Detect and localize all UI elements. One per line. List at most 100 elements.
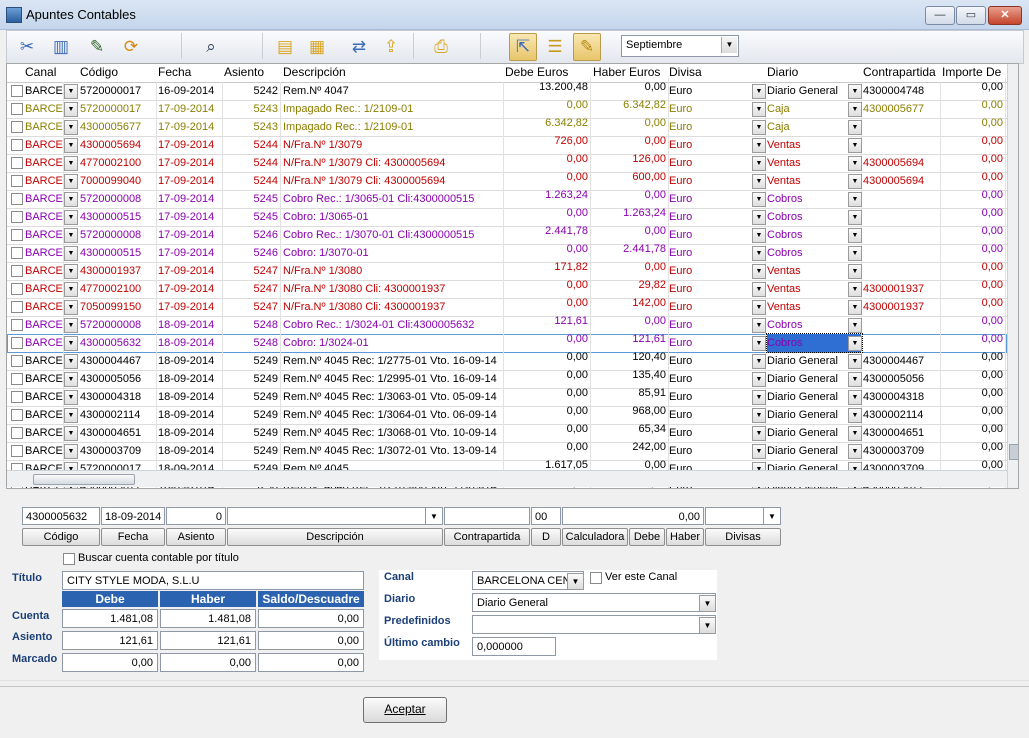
canal-dropdown-icon[interactable]: ▼ [64,84,78,99]
cell-debe[interactable]: 0,00 [505,96,591,114]
row-checkbox[interactable] [11,103,23,115]
canal-dropdown-icon[interactable]: ▼ [64,174,78,189]
cell-fecha[interactable]: 17-09-2014 [158,244,223,262]
cell-contrapartida[interactable]: 4300005677 [863,100,941,118]
cell-codigo[interactable]: 4300002114 [80,406,157,424]
cell-canal[interactable]: BARCE [25,136,64,154]
cell-importe[interactable]: 0,00 [942,240,1006,258]
divisa-dropdown-icon[interactable]: ▼ [752,192,766,207]
cell-haber[interactable]: 0,00 [593,186,669,204]
divisa-dropdown-icon[interactable]: ▼ [752,282,766,297]
cell-haber[interactable]: 121,61 [593,330,669,348]
col-importe[interactable]: Importe De [942,65,1001,79]
cell-contrapartida[interactable]: 4300005694 [863,154,941,172]
document-icon[interactable]: ▦ [303,33,331,61]
row-checkbox[interactable] [11,157,23,169]
canal-dropdown-icon[interactable]: ▼ [64,156,78,171]
cell-codigo[interactable]: 4300005694 [80,136,157,154]
row-checkbox[interactable] [11,229,23,241]
col-divisa[interactable]: Divisa [669,65,702,79]
row-checkbox[interactable] [11,445,23,457]
row-checkbox[interactable] [11,211,23,223]
calculadora-button[interactable]: Calculadora [562,528,628,546]
horizontal-scrollbar[interactable] [7,470,1007,487]
canal-dropdown-icon[interactable]: ▼ [64,246,78,261]
cell-codigo[interactable]: 4300004651 [80,424,157,442]
cell-importe[interactable]: 0,00 [942,186,1006,204]
col-diario[interactable]: Diario [767,65,798,79]
maximize-button[interactable]: ▭ [956,6,986,25]
divisa-dropdown-icon[interactable]: ▼ [752,408,766,423]
cell-codigo[interactable]: 7000099040 [80,172,157,190]
cell-fecha[interactable]: 17-09-2014 [158,154,223,172]
cell-asiento[interactable]: 5243 [224,118,281,136]
divisa-dropdown-icon[interactable]: ▼ [752,318,766,333]
month-select[interactable]: Septiembre ▼ [621,35,739,57]
list-view-icon[interactable]: ⇱ [509,33,537,61]
contrapartida-button[interactable]: Contrapartida [444,528,530,546]
cell-importe[interactable]: 0,00 [942,438,1006,456]
cell-fecha[interactable]: 17-09-2014 [158,208,223,226]
row-checkbox[interactable] [11,283,23,295]
cell-fecha[interactable]: 17-09-2014 [158,190,223,208]
cell-fecha[interactable]: 17-09-2014 [158,226,223,244]
folder-active-icon[interactable]: ✎ [573,33,601,61]
cell-importe[interactable]: 0,00 [942,312,1006,330]
cell-descripcion[interactable]: N/Fra.Nº 1/3080 [283,262,504,280]
cell-importe[interactable]: 0,00 [942,330,1006,348]
cell-debe[interactable]: 0,00 [505,330,591,348]
cell-haber[interactable]: 142,00 [593,294,669,312]
divisas-button[interactable]: Divisas [705,528,781,546]
cell-descripcion[interactable]: Cobro: 1/3024-01 [283,334,504,352]
cell-canal[interactable]: BARCE [25,244,64,262]
cell-haber[interactable]: 0,00 [593,132,669,150]
cell-descripcion[interactable]: N/Fra.Nº 1/3080 Cli: 4300001937 [283,298,504,316]
cell-canal[interactable]: BARCE [25,442,64,460]
cell-contrapartida[interactable] [863,262,941,280]
codigo-button[interactable]: Código [22,528,100,546]
descripcion-button[interactable]: Descripción [227,528,443,546]
book-icon[interactable]: ▥ [47,33,75,61]
canal-dropdown-icon[interactable]: ▼ [64,210,78,225]
cell-importe[interactable]: 0,00 [942,96,1006,114]
cell-fecha[interactable]: 18-09-2014 [158,352,223,370]
cell-contrapartida[interactable] [863,136,941,154]
cell-contrapartida[interactable] [863,244,941,262]
cell-descripcion[interactable]: Impagado Rec.: 1/2109-01 [283,100,504,118]
cell-asiento[interactable]: 5245 [224,190,281,208]
cell-haber[interactable]: 0,00 [593,312,669,330]
cell-canal[interactable]: BARCE [25,262,64,280]
fecha-button[interactable]: Fecha [101,528,165,546]
cell-contrapartida[interactable] [863,226,941,244]
row-checkbox[interactable] [11,391,23,403]
divisa-dropdown-icon[interactable]: ▼ [752,228,766,243]
cell-descripcion[interactable]: Rem.Nº 4045 Rec: 1/3064-01 Vto. 06-09-14 [283,406,504,424]
col-debe[interactable]: Debe Euros [505,65,568,79]
cell-codigo[interactable]: 5720000017 [80,100,157,118]
cell-contrapartida[interactable] [863,190,941,208]
col-asiento[interactable]: Asiento [224,65,264,79]
transfer-icon[interactable]: ⇄ [345,33,373,61]
cell-haber[interactable]: 29,82 [593,276,669,294]
diario-dropdown-icon[interactable]: ▼ [848,408,862,423]
divisa-dropdown-icon[interactable]: ▼ [752,390,766,405]
row-checkbox[interactable] [11,139,23,151]
divisa-dropdown-icon[interactable]: ▼ [752,336,766,351]
cell-fecha[interactable]: 18-09-2014 [158,424,223,442]
cell-codigo[interactable]: 4300000515 [80,208,157,226]
edit-fecha-field[interactable]: 18-09-2014 [101,507,165,525]
canal-dropdown-icon[interactable]: ▼ [64,444,78,459]
cell-descripcion[interactable]: N/Fra.Nº 1/3080 Cli: 4300001937 [283,280,504,298]
cell-canal[interactable]: BARCE [25,280,64,298]
cell-debe[interactable]: 0,00 [505,276,591,294]
cell-importe[interactable]: 0,00 [942,348,1006,366]
cell-haber[interactable]: 242,00 [593,438,669,456]
row-checkbox[interactable] [11,319,23,331]
cell-contrapartida[interactable]: 4300001937 [863,298,941,316]
cell-descripcion[interactable]: Rem.Nº 4045 Rec: 1/3068-01 Vto. 10-09-14 [283,424,504,442]
cell-debe[interactable]: 0,00 [505,150,591,168]
cell-descripcion[interactable]: Cobro Rec.: 1/3070-01 Cli:4300000515 [283,226,504,244]
cell-codigo[interactable]: 4770002100 [80,280,157,298]
cell-importe[interactable]: 0,00 [942,114,1006,132]
canal-dropdown-icon[interactable]: ▼ [64,228,78,243]
